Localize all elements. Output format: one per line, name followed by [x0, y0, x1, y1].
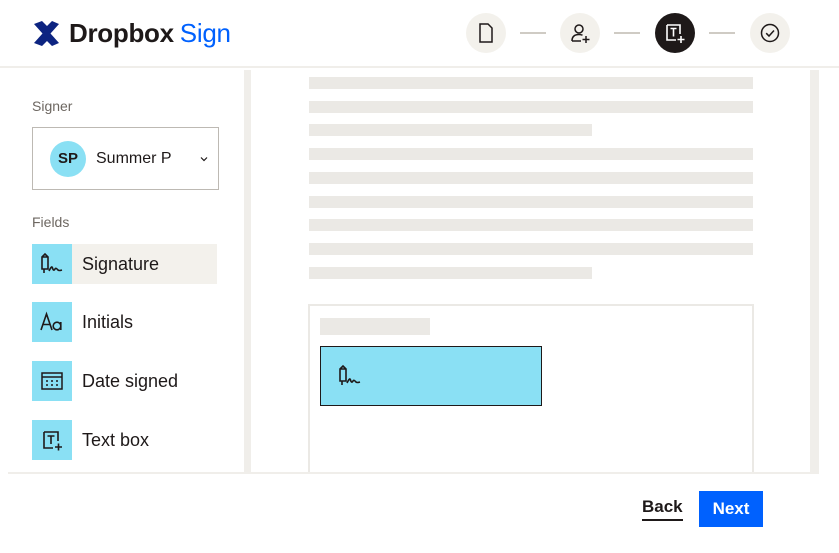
- fields-label: Fields: [32, 214, 70, 230]
- document-text-line: [309, 219, 753, 231]
- step-review[interactable]: [750, 13, 790, 53]
- initials-icon: [32, 302, 72, 342]
- text-field-icon: [666, 24, 685, 43]
- product-name: Sign: [179, 17, 231, 48]
- step-connector: [520, 32, 546, 34]
- text-box-icon: [32, 420, 72, 460]
- check-circle-icon: [760, 23, 780, 43]
- dropbox-sign-logo: Dropbox Sign: [34, 18, 231, 48]
- document-text-line: [309, 267, 592, 279]
- footer-bar: [8, 472, 819, 553]
- document-text-line: [309, 243, 753, 255]
- document-scroll-edge: [810, 70, 819, 472]
- signer-label: Signer: [32, 98, 73, 114]
- step-add-signer[interactable]: [560, 13, 600, 53]
- app-header: Dropbox Sign: [0, 0, 839, 68]
- document-text-line: [309, 77, 753, 89]
- chevron-down-icon: [200, 157, 208, 162]
- document-text-line: [309, 124, 592, 136]
- signer-dropdown[interactable]: SP Summer P: [32, 127, 219, 190]
- step-connector: [614, 32, 640, 34]
- field-signature[interactable]: Signature: [32, 244, 217, 284]
- document-text-line: [309, 172, 753, 184]
- calendar-icon: [32, 361, 72, 401]
- sidebar-divider: [244, 70, 251, 472]
- step-add-fields[interactable]: [655, 13, 695, 53]
- field-label: Signature: [82, 253, 160, 274]
- document-text-line: [320, 318, 430, 335]
- step-connector: [709, 32, 735, 34]
- field-date-signed[interactable]: Date signed: [32, 361, 217, 401]
- signature-icon: [339, 364, 361, 385]
- signature-icon: [32, 244, 72, 284]
- field-text-box[interactable]: Text box: [32, 420, 217, 460]
- next-button[interactable]: Next: [699, 491, 763, 527]
- signer-avatar: SP: [50, 140, 86, 177]
- field-label: Initials: [82, 311, 134, 332]
- field-initials[interactable]: Initials: [32, 302, 217, 342]
- field-label: Text box: [82, 429, 150, 450]
- document-text-line: [309, 101, 753, 113]
- add-signer-icon: [571, 24, 590, 43]
- brand-name: Dropbox: [69, 17, 174, 48]
- document-icon: [479, 23, 493, 43]
- document-text-line: [309, 196, 753, 208]
- dropbox-logo-icon: [34, 20, 59, 46]
- step-document[interactable]: [466, 13, 506, 53]
- field-label: Date signed: [82, 370, 179, 391]
- placed-signature-field[interactable]: [320, 346, 542, 406]
- signer-name: Summer P: [96, 149, 172, 167]
- document-text-line: [309, 148, 753, 160]
- back-button[interactable]: Back: [642, 497, 683, 521]
